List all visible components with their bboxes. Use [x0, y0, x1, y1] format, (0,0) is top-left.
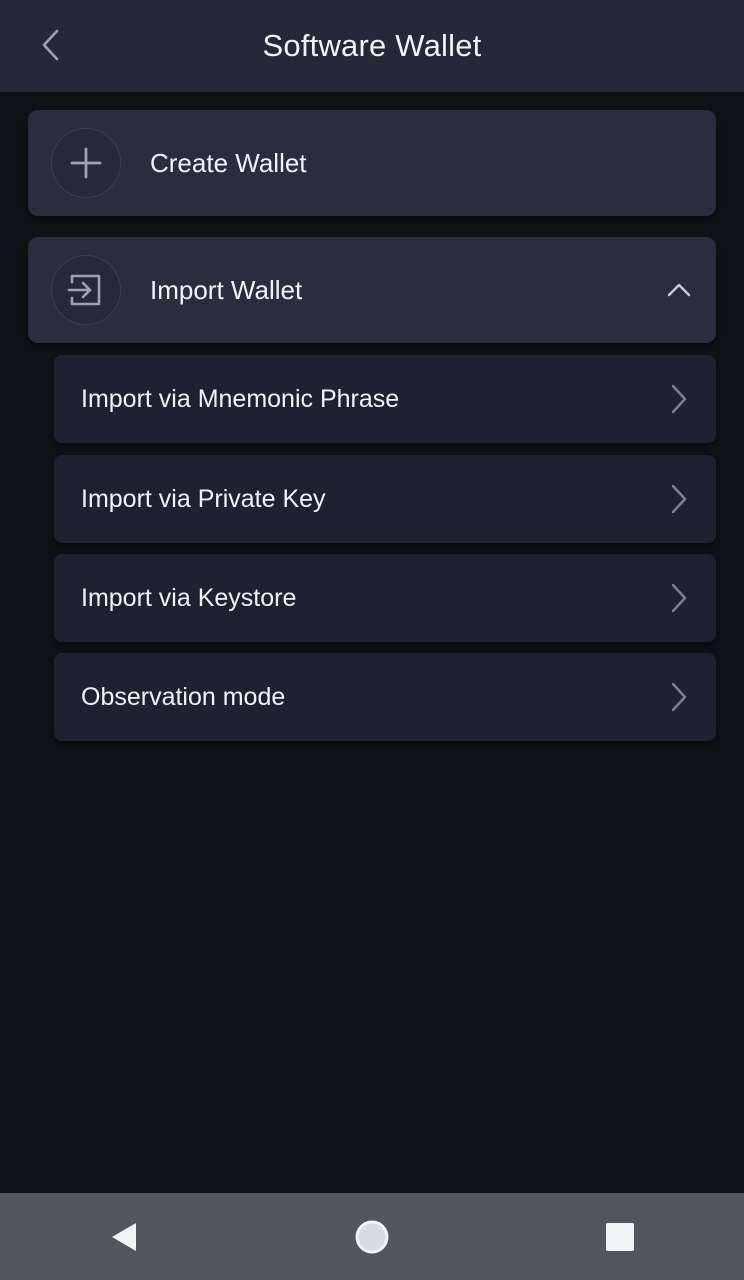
- app-root: Software Wallet Create Wallet Import Wal…: [0, 0, 744, 1280]
- create-wallet-card[interactable]: Create Wallet: [28, 110, 716, 216]
- import-private-key-item[interactable]: Import via Private Key: [54, 455, 716, 543]
- observation-mode-label: Observation mode: [81, 682, 286, 711]
- system-nav-bar: [0, 1193, 744, 1280]
- observation-mode-item[interactable]: Observation mode: [54, 653, 716, 741]
- page-title: Software Wallet: [262, 28, 482, 63]
- import-private-key-label: Import via Private Key: [81, 484, 326, 513]
- back-button[interactable]: [28, 22, 74, 68]
- create-wallet-label: Create Wallet: [150, 147, 307, 178]
- import-wallet-label: Import Wallet: [150, 274, 303, 305]
- nav-recents-icon: [606, 1222, 634, 1251]
- nav-back-button[interactable]: [94, 1207, 154, 1267]
- app-header: Software Wallet: [0, 0, 744, 92]
- chevron-left-icon: [42, 29, 59, 61]
- import-keystore-label: Import via Keystore: [81, 583, 297, 612]
- create-wallet-icon-circle: [51, 128, 121, 198]
- nav-back-icon: [112, 1222, 136, 1251]
- nav-home-button[interactable]: [342, 1207, 402, 1267]
- plus-icon: [70, 147, 102, 179]
- import-mnemonic-label: Import via Mnemonic Phrase: [81, 384, 400, 413]
- import-wallet-icon-circle: [51, 255, 121, 325]
- chevron-right-icon: [664, 682, 694, 712]
- import-wallet-toggle[interactable]: [664, 275, 694, 305]
- chevron-right-icon: [664, 583, 694, 613]
- import-keystore-item[interactable]: Import via Keystore: [54, 554, 716, 642]
- import-login-icon: [67, 274, 101, 306]
- nav-home-icon: [355, 1220, 389, 1253]
- import-wallet-card[interactable]: Import Wallet: [28, 237, 716, 343]
- nav-recents-button[interactable]: [590, 1207, 650, 1267]
- import-mnemonic-item[interactable]: Import via Mnemonic Phrase: [54, 355, 716, 443]
- chevron-up-icon: [667, 283, 691, 297]
- chevron-right-icon: [664, 384, 694, 414]
- chevron-right-icon: [664, 484, 694, 514]
